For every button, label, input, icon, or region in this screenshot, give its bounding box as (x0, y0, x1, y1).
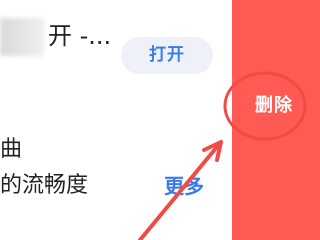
delete-swipe-panel[interactable] (232, 0, 320, 240)
delete-button-label[interactable]: 删除 (255, 92, 293, 120)
app-list-swipe-screen: 开 -... 打开 曲 的流畅度 更多 删除 (0, 0, 320, 240)
more-link[interactable]: 更多 (164, 172, 204, 200)
blurred-app-icon (0, 18, 44, 56)
app-title-fragment: 开 -... (48, 22, 112, 50)
description-line-1: 曲 (0, 137, 23, 162)
description-line-2: 的流畅度 (0, 173, 89, 198)
red-arrow-head-icon (202, 140, 223, 162)
open-button[interactable]: 打开 (121, 37, 213, 74)
